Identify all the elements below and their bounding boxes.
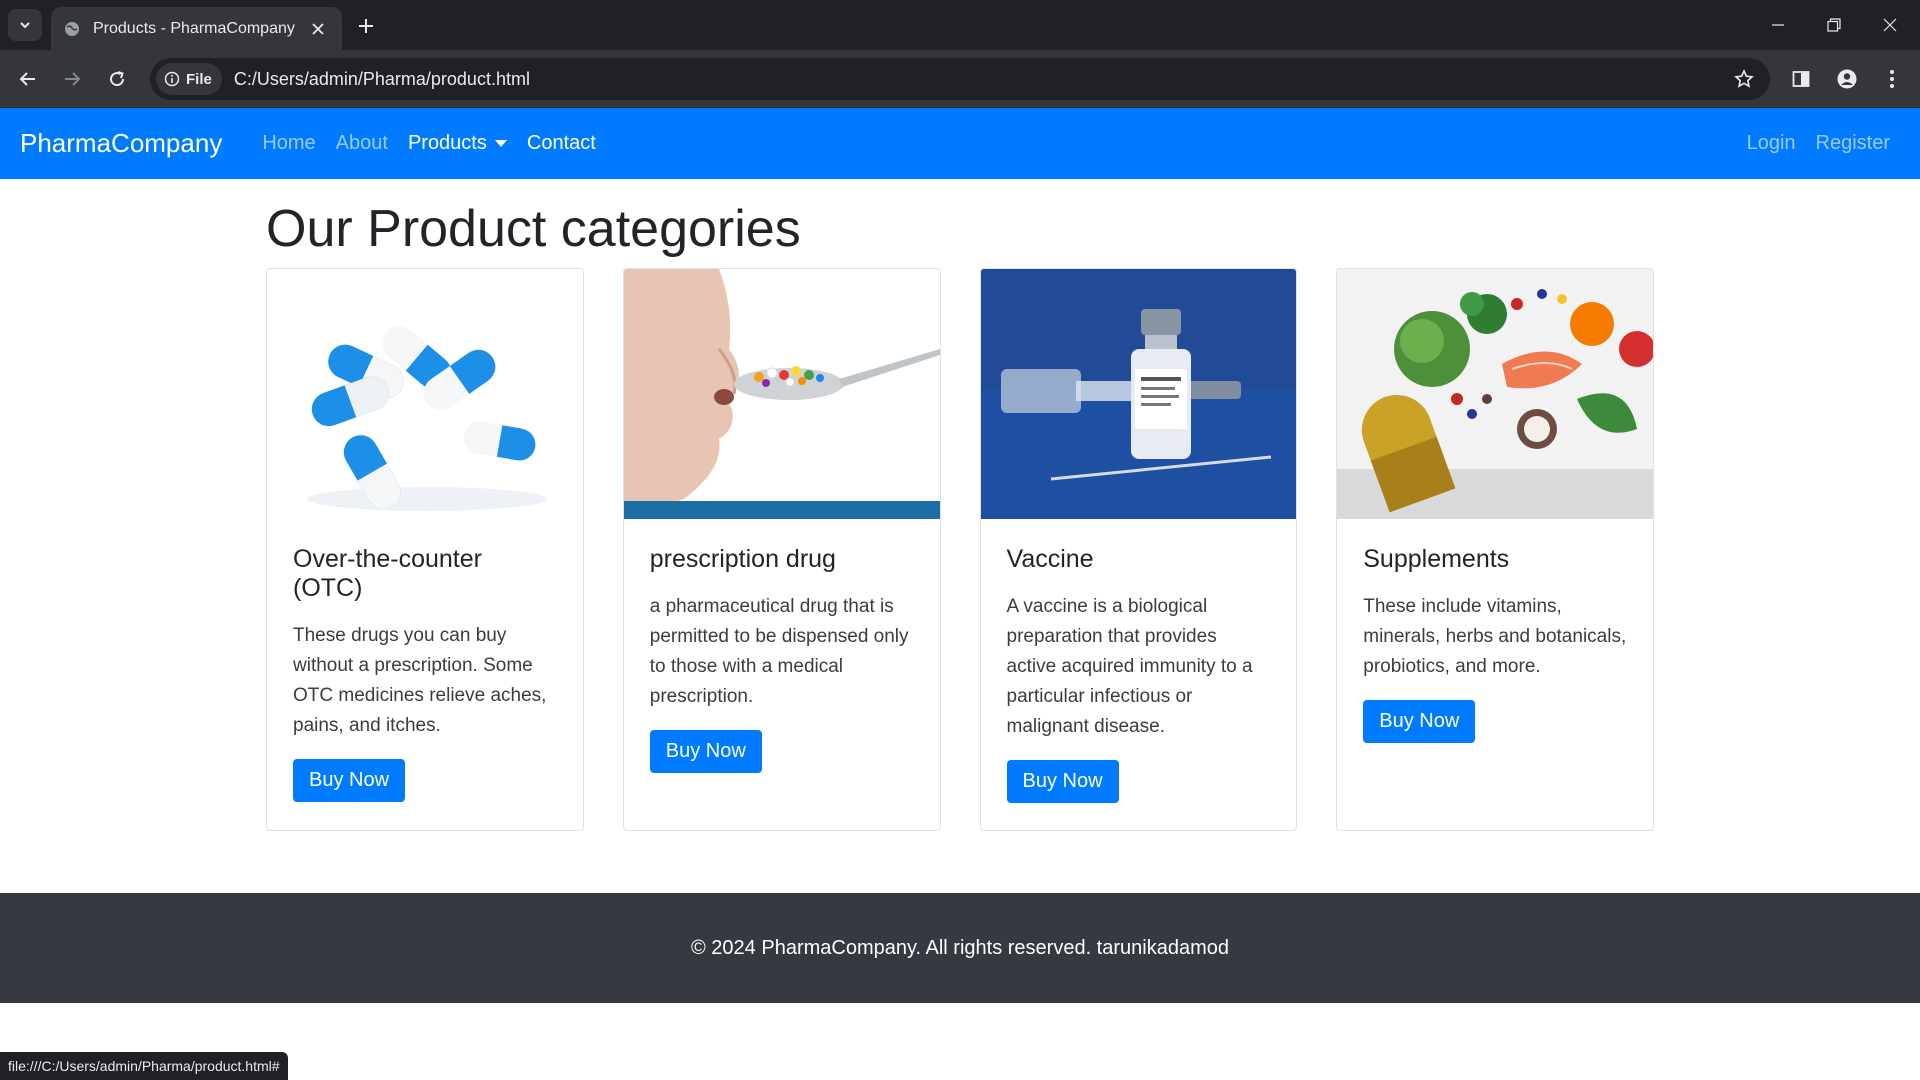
- nav-right-group: Login Register: [1737, 132, 1900, 155]
- side-panel-button[interactable]: [1783, 61, 1819, 97]
- product-card-otc: Over-the-counter (OTC) These drugs you c…: [266, 268, 584, 832]
- minimize-icon: [1772, 24, 1784, 26]
- close-icon: [1883, 18, 1897, 32]
- menu-button[interactable]: [1874, 61, 1910, 97]
- spoon-pills-image: [623, 269, 940, 520]
- site-chip-label: File: [186, 70, 212, 88]
- side-panel-icon: [1792, 71, 1810, 87]
- nav-link-login[interactable]: Login: [1737, 132, 1806, 155]
- back-button[interactable]: [10, 61, 46, 97]
- globe-icon: [63, 20, 81, 38]
- site-info-chip[interactable]: File: [156, 63, 222, 95]
- status-url: file:///C:/Users/admin/Pharma/product.ht…: [8, 1058, 280, 1074]
- arrow-left-icon: [19, 72, 35, 86]
- brand-logo-text[interactable]: PharmaCompany: [20, 128, 222, 159]
- minimize-button[interactable]: [1750, 0, 1806, 50]
- nav-link-home[interactable]: Home: [252, 132, 325, 155]
- reload-icon: [110, 71, 125, 87]
- page-viewport: PharmaCompany Home About Products Contac…: [0, 108, 1920, 1080]
- tab-strip: Products - PharmaCompany: [0, 0, 1920, 50]
- buy-now-button[interactable]: Buy Now: [649, 730, 762, 774]
- profile-button[interactable]: [1829, 61, 1865, 97]
- buy-now-button[interactable]: Buy Now: [293, 759, 406, 803]
- page-title: Our Product categories: [266, 200, 801, 258]
- product-card-vaccine: Vaccine A vaccine is a biological prepar…: [979, 268, 1298, 832]
- info-icon: [164, 71, 180, 87]
- card-text: a pharmaceutical drug that is permitted …: [649, 596, 909, 708]
- site-footer: © 2024 PharmaCompany. All rights reserve…: [0, 893, 1920, 1003]
- status-bar: file:///C:/Users/admin/Pharma/product.ht…: [0, 1052, 288, 1080]
- nav-link-contact[interactable]: Contact: [517, 132, 606, 155]
- tab-close-icon[interactable]: [306, 17, 330, 41]
- close-window-button[interactable]: [1862, 0, 1918, 50]
- product-card-prescription: prescription drug a pharmaceutical drug …: [622, 268, 941, 832]
- restore-button[interactable]: [1806, 0, 1862, 50]
- kebab-menu-icon: [1890, 70, 1894, 88]
- card-text: A vaccine is a biological preparation th…: [1006, 596, 1253, 738]
- nav-link-register[interactable]: Register: [1806, 132, 1900, 155]
- card-text: These include vitamins, minerals, herbs …: [1363, 596, 1627, 678]
- card-title: Over-the-counter (OTC): [293, 545, 482, 603]
- nav-dropdown-products[interactable]: Products: [398, 132, 517, 155]
- arrow-right-icon: [65, 72, 81, 86]
- product-cards: Over-the-counter (OTC) These drugs you c…: [266, 268, 1654, 832]
- footer-copyright: © 2024 PharmaCompany. All rights reserve…: [691, 936, 1229, 959]
- card-text: These drugs you can buy without a prescr…: [293, 625, 547, 737]
- nav-link-about[interactable]: About: [326, 132, 398, 155]
- capsules-image: [267, 269, 583, 520]
- site-navbar: PharmaCompany Home About Products Contac…: [0, 108, 1920, 179]
- chevron-down-icon: [20, 22, 30, 29]
- buy-now-button[interactable]: Buy Now: [1363, 700, 1476, 744]
- caret-down-icon: [494, 140, 507, 148]
- nav-dropdown-products-label: Products: [407, 132, 487, 154]
- plus-icon: [359, 19, 373, 33]
- supplements-image: [1337, 269, 1654, 520]
- browser-toolbar: File C:/Users/admin/Pharma/product.html: [0, 50, 1920, 108]
- card-body: prescription drug a pharmaceutical drug …: [624, 519, 940, 799]
- tab-search-button[interactable]: [8, 9, 42, 41]
- tab-title: Products - PharmaCompany: [93, 19, 295, 37]
- bookmark-star-icon[interactable]: [1732, 67, 1756, 91]
- card-body: Supplements These include vitamins, mine…: [1337, 519, 1653, 769]
- forward-button[interactable]: [54, 61, 90, 97]
- profile-icon: [1837, 69, 1857, 89]
- card-body: Over-the-counter (OTC) These drugs you c…: [267, 519, 583, 828]
- card-body: Vaccine A vaccine is a biological prepar…: [981, 519, 1297, 829]
- buy-now-button[interactable]: Buy Now: [1006, 760, 1119, 804]
- card-title: prescription drug: [649, 545, 836, 574]
- card-title: Vaccine: [1006, 545, 1094, 574]
- card-title: Supplements: [1363, 545, 1510, 574]
- vaccine-vial-image: [980, 269, 1297, 520]
- address-bar[interactable]: File C:/Users/admin/Pharma/product.html: [150, 58, 1770, 100]
- main-container: Our Product categories Over-the-counter …: [266, 179, 1654, 832]
- url-text[interactable]: C:/Users/admin/Pharma/product.html: [234, 69, 1770, 90]
- reload-button[interactable]: [99, 61, 135, 97]
- restore-icon: [1827, 18, 1841, 32]
- browser-tab-active[interactable]: Products - PharmaCompany: [51, 7, 342, 50]
- product-card-supplements: Supplements These include vitamins, mine…: [1336, 268, 1654, 832]
- new-tab-button[interactable]: [350, 10, 382, 42]
